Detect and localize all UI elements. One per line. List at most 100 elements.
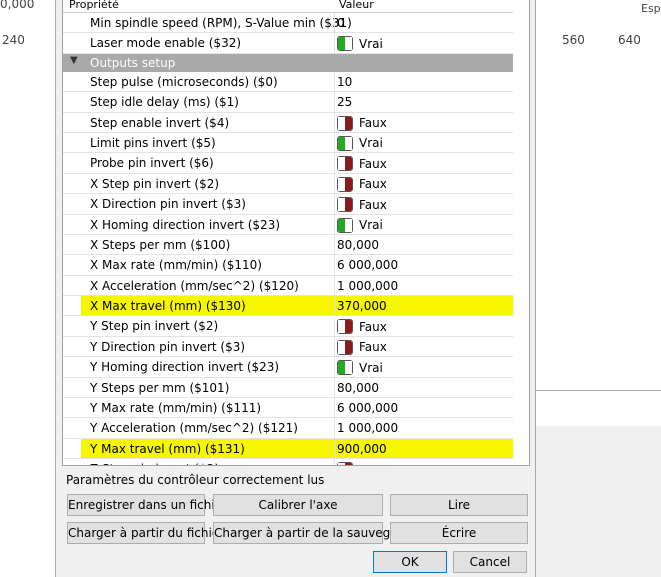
- ok-button[interactable]: OK: [373, 551, 447, 573]
- property-value-cell[interactable]: 900,000: [337, 442, 387, 456]
- save-to-file-button[interactable]: Enregistrer dans un fichier: [67, 494, 227, 516]
- property-grid[interactable]: Propriété Valeur Min spindle speed (RPM)…: [62, 0, 530, 466]
- background-space-label: Espa: [641, 2, 661, 15]
- toggle-off-icon[interactable]: [337, 319, 353, 335]
- property-value: Faux: [359, 177, 387, 192]
- property-row[interactable]: Y Step pin invert ($2) Faux: [63, 316, 513, 337]
- property-value-cell[interactable]: Faux: [337, 197, 387, 213]
- collapse-chevron-icon[interactable]: ▼: [70, 55, 78, 66]
- property-value-cell[interactable]: 6 000,000: [337, 258, 398, 272]
- property-value-cell[interactable]: 80,000: [337, 238, 379, 252]
- column-separator: [334, 92, 335, 112]
- load-from-file-button[interactable]: Charger à partir du fichier: [67, 522, 224, 544]
- row-gutter: [63, 336, 81, 357]
- column-separator: [334, 13, 335, 33]
- property-row[interactable]: Y Max travel (mm) ($131) 900,000: [63, 438, 513, 460]
- column-separator: [334, 173, 335, 194]
- property-name: X Step pin invert ($2): [90, 176, 220, 191]
- property-value-cell[interactable]: Vrai: [337, 135, 383, 151]
- load-from-backup-button[interactable]: Charger à partir de la sauvegarde: [213, 522, 417, 544]
- property-name: X Direction pin invert ($3): [90, 197, 246, 212]
- property-value-cell[interactable]: 370,000: [337, 299, 387, 313]
- background-axis-text: 240: [2, 33, 25, 47]
- row-gutter: [63, 255, 81, 275]
- property-value: Vrai: [359, 136, 383, 151]
- toggle-on-icon[interactable]: [337, 360, 353, 376]
- property-value-cell[interactable]: 1 000,000: [337, 421, 398, 435]
- property-value: 6 000,000: [337, 258, 399, 273]
- property-value-cell[interactable]: Faux: [337, 176, 387, 192]
- property-name: X Max travel (mm) ($130): [90, 299, 246, 314]
- property-name: Limit pins invert ($5): [90, 135, 216, 150]
- property-value-cell[interactable]: 25: [337, 95, 352, 109]
- column-separator: [334, 459, 335, 465]
- property-name: X Homing direction invert ($23): [90, 217, 281, 232]
- property-value-cell[interactable]: Vrai: [337, 36, 383, 52]
- property-value: Faux: [359, 340, 387, 355]
- property-value-cell[interactable]: Faux: [337, 319, 387, 335]
- property-value-cell[interactable]: Vrai: [337, 360, 383, 376]
- toggle-on-icon[interactable]: [337, 135, 353, 151]
- property-value: 900,000: [337, 441, 387, 456]
- property-row[interactable]: Min spindle speed (RPM), S-Value min ($3…: [63, 13, 513, 34]
- row-gutter: [63, 112, 81, 132]
- column-separator: [334, 255, 335, 275]
- row-gutter: [63, 153, 81, 173]
- property-value-cell[interactable]: 6 000,000: [337, 401, 398, 415]
- toggle-off-icon[interactable]: [337, 115, 353, 131]
- toggle-on-icon[interactable]: [337, 217, 353, 233]
- row-gutter: [63, 13, 81, 33]
- toggle-off-icon[interactable]: [337, 156, 353, 172]
- property-row[interactable]: Laser mode enable ($32) Vrai: [63, 33, 513, 54]
- property-row[interactable]: Step pulse (microseconds) ($0) 10: [63, 71, 513, 93]
- row-gutter: [63, 459, 81, 465]
- property-name: X Max rate (mm/min) ($110): [90, 258, 262, 273]
- property-row[interactable]: X Homing direction invert ($23) Vrai: [63, 214, 513, 235]
- toggle-on-icon[interactable]: [337, 36, 353, 52]
- property-value-cell[interactable]: Faux: [337, 462, 387, 465]
- property-value: Vrai: [359, 218, 383, 233]
- property-row[interactable]: Probe pin invert ($6) Faux: [63, 153, 513, 174]
- cancel-button[interactable]: Cancel: [453, 551, 527, 573]
- property-value: Faux: [359, 463, 387, 465]
- property-row[interactable]: X Max travel (mm) ($130) 370,000: [63, 296, 513, 317]
- property-row[interactable]: X Max rate (mm/min) ($110) 6 000,000: [63, 255, 513, 276]
- property-row[interactable]: X Acceleration (mm/sec^2) ($120) 1 000,00…: [63, 275, 513, 297]
- write-button[interactable]: Écrire: [390, 522, 528, 544]
- property-row[interactable]: X Direction pin invert ($3) Faux: [63, 194, 513, 215]
- background-lower: [534, 426, 661, 577]
- property-value-cell[interactable]: Faux: [337, 339, 387, 355]
- category-row[interactable]: ▼ Outputs setup: [63, 53, 513, 72]
- property-row[interactable]: Y Acceleration (mm/sec^2) ($121) 1 000,00…: [63, 418, 513, 439]
- property-row[interactable]: Y Homing direction invert ($23) Vrai: [63, 357, 513, 378]
- property-value-cell[interactable]: 10: [337, 75, 352, 89]
- property-row[interactable]: X Steps per mm ($100) 80,000: [63, 234, 513, 256]
- row-gutter: [63, 438, 81, 459]
- property-name: Y Acceleration (mm/sec^2) ($121): [90, 421, 298, 436]
- toggle-off-icon[interactable]: [337, 339, 353, 355]
- property-value-cell[interactable]: 80,000: [337, 381, 379, 395]
- property-value-cell[interactable]: 1 000,000: [337, 279, 398, 293]
- calibrate-axis-button[interactable]: Calibrer l'axe: [213, 494, 383, 516]
- property-name: Step idle delay (ms) ($1): [90, 95, 239, 110]
- property-row[interactable]: Step idle delay (ms) ($1) 25: [63, 92, 513, 113]
- property-value-cell[interactable]: Faux: [337, 156, 387, 172]
- property-row[interactable]: Y Direction pin invert ($3) Faux: [63, 336, 513, 358]
- read-button[interactable]: Lire: [390, 494, 528, 516]
- column-separator: [334, 214, 335, 234]
- property-row[interactable]: Limit pins invert ($5) Vrai: [63, 132, 513, 154]
- column-separator: [334, 153, 335, 173]
- property-value-cell[interactable]: Vrai: [337, 217, 383, 233]
- property-row[interactable]: Step enable invert ($4) Faux: [63, 112, 513, 133]
- background-panel: [534, 390, 661, 428]
- property-value-cell[interactable]: Faux: [337, 115, 387, 131]
- toggle-off-icon[interactable]: [337, 197, 353, 213]
- toggle-off-icon[interactable]: [337, 462, 353, 465]
- column-separator: [334, 112, 335, 132]
- property-row[interactable]: X Step pin invert ($2) Faux: [63, 173, 513, 195]
- property-row[interactable]: Z Step pin invert ($2) Faux: [63, 459, 513, 465]
- property-row[interactable]: Y Steps per mm ($101) 80,000: [63, 377, 513, 399]
- property-value-cell[interactable]: 0: [337, 16, 345, 30]
- property-row[interactable]: Y Max rate (mm/min) ($111) 6 000,000: [63, 398, 513, 419]
- toggle-off-icon[interactable]: [337, 176, 353, 192]
